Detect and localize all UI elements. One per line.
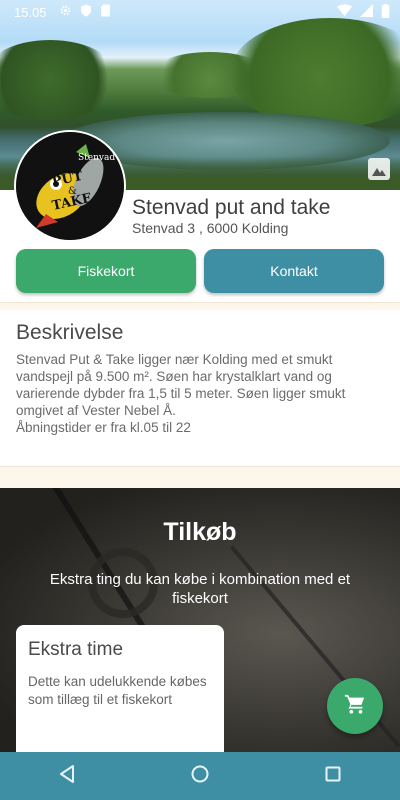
store-title: Stenvad put and take: [132, 196, 331, 219]
home-icon: [191, 765, 209, 788]
logo-text-top: Stenvad: [78, 153, 115, 163]
recents-icon: [325, 766, 341, 787]
description-title: Beskrivelse: [16, 321, 124, 344]
navigation-bar: [0, 752, 400, 800]
store-logo: Stenvad PUT & TAKE: [16, 132, 124, 240]
cart-icon: [344, 693, 366, 720]
back-button[interactable]: [43, 752, 91, 800]
battery-icon: [381, 3, 390, 21]
cart-button[interactable]: [327, 678, 383, 734]
section-divider: [0, 302, 400, 310]
image-icon[interactable]: [368, 158, 390, 180]
store-address: Stenvad 3 , 6000 Kolding: [132, 220, 289, 236]
description-body: Stenvad Put & Take ligger nær Kolding me…: [16, 352, 346, 435]
recents-button[interactable]: [309, 752, 357, 800]
tilkob-subtitle: Ekstra ting du kan købe i kombination me…: [49, 571, 351, 607]
section-divider: [0, 466, 400, 488]
fiskekort-button[interactable]: Fiskekort: [16, 249, 196, 293]
status-time: 15.05: [14, 4, 47, 20]
extra-product-card[interactable]: Ekstra time Dette kan udelukkende købes …: [16, 625, 224, 765]
extra-card-title: Ekstra time: [28, 639, 124, 660]
kontakt-button[interactable]: Kontakt: [204, 249, 384, 293]
home-button[interactable]: [176, 752, 224, 800]
back-icon: [59, 764, 75, 788]
signal-icon: [360, 4, 373, 20]
wifi-icon: [337, 4, 352, 20]
shield-icon: [80, 4, 92, 20]
sd-card-icon: [100, 4, 111, 20]
settings-icon: [59, 4, 72, 20]
extra-card-body: Dette kan udelukkende købes som tillæg t…: [28, 674, 207, 707]
status-bar: 15.05: [0, 0, 400, 24]
tilkob-title: Tilkøb: [163, 518, 237, 546]
